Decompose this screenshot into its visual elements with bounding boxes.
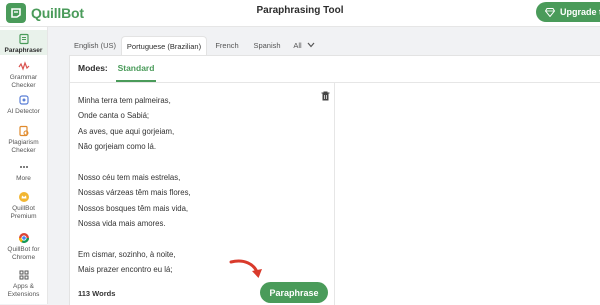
text-line: Minha terra tem palmeiras,: [78, 96, 171, 105]
sidebar-item-label: Plagiarism Checker: [8, 139, 39, 154]
red-arrow-icon: [229, 259, 262, 278]
paraphrase-button[interactable]: Paraphrase: [260, 282, 328, 303]
tab-all-languages[interactable]: All: [290, 36, 318, 54]
sidebar-item-premium[interactable]: QuillBot Premium: [0, 191, 47, 221]
tab-english-us[interactable]: English (US): [69, 36, 121, 54]
text-line: Onde canta o Sabiá;: [78, 111, 150, 121]
upgrade-label: Upgrade to P: [560, 7, 600, 17]
sidebar-item-label: QuillBot for Chrome: [7, 246, 40, 261]
sidebar-item-label: AI Detector: [7, 108, 40, 115]
text-line: Mais prazer encontro eu lá;: [78, 265, 173, 275]
mode-standard-tab[interactable]: Standard: [116, 56, 156, 82]
text-line: Não gorjeiam como lá.: [78, 142, 157, 152]
sidebar-item-ai-detector[interactable]: AI Detector: [0, 94, 47, 116]
text-line: Nosso céu tem mais estrelas,: [78, 172, 181, 182]
top-header: QuillBot Paraphrasing Tool Upgrade to P: [0, 0, 600, 27]
tab-spanish[interactable]: Spanish: [249, 36, 285, 54]
text-line: [78, 155, 318, 170]
trash-icon: [321, 91, 330, 101]
sidebar: Paraphraser Grammar Checker AI Detector …: [0, 27, 48, 304]
text-line: Nossos bosques têm mais vida,: [78, 203, 189, 213]
sidebar-item-more[interactable]: More: [0, 161, 47, 183]
input-text-editor[interactable]: Minha terra tem palmeiras, Onde canta o …: [78, 93, 318, 278]
apps-icon: [19, 270, 28, 280]
tab-all-label: All: [293, 40, 302, 50]
ai-detector-icon: [18, 95, 29, 105]
text-line: Nossas várzeas têm mais flores,: [78, 188, 191, 198]
tab-portuguese-brazilian[interactable]: Portuguese (Brazilian): [121, 36, 207, 55]
more-icon: [19, 166, 28, 168]
page-title: Paraphrasing Tool: [256, 5, 344, 16]
sidebar-item-label: Apps & Extensions: [7, 283, 40, 298]
upgrade-button[interactable]: Upgrade to P: [536, 2, 600, 22]
sidebar-item-label: QuillBot Premium: [10, 205, 37, 220]
text-line: Em cismar, sozinho, à noite,: [78, 249, 176, 259]
sidebar-item-paraphraser[interactable]: Paraphraser: [0, 30, 47, 55]
word-count: 113 Words: [78, 289, 116, 298]
sidebar-item-grammar-checker[interactable]: Grammar Checker: [0, 60, 47, 90]
sidebar-item-label: More: [16, 175, 31, 182]
sidebar-item-label: Grammar Checker: [9, 74, 38, 89]
sidebar-item-chrome[interactable]: QuillBot for Chrome: [0, 232, 47, 262]
paraphraser-panel: Modes: Standard Minha terra tem palmeira…: [69, 55, 600, 305]
text-line: Nossa vida mais amores.: [78, 219, 166, 229]
panel-divider: [334, 83, 335, 305]
text-line: [78, 232, 318, 247]
modes-label: Modes:: [78, 63, 108, 73]
plagiarism-icon: [18, 125, 28, 137]
text-line: As aves, que aqui gorjeiam,: [78, 126, 175, 136]
sidebar-item-label: Paraphraser: [4, 47, 43, 54]
delete-text-button[interactable]: [321, 88, 330, 106]
sidebar-item-apps[interactable]: Apps & Extensions: [0, 269, 47, 299]
chrome-icon: [18, 233, 29, 243]
tab-french[interactable]: French: [210, 36, 244, 54]
premium-icon: [18, 192, 29, 202]
grammar-icon: [18, 61, 29, 71]
chevron-down-icon: [307, 42, 315, 48]
diamond-icon: [545, 7, 555, 17]
sidebar-item-plagiarism-checker[interactable]: Plagiarism Checker: [0, 125, 47, 155]
modes-bar: Modes: Standard: [70, 56, 600, 83]
paraphraser-icon: [18, 33, 29, 45]
